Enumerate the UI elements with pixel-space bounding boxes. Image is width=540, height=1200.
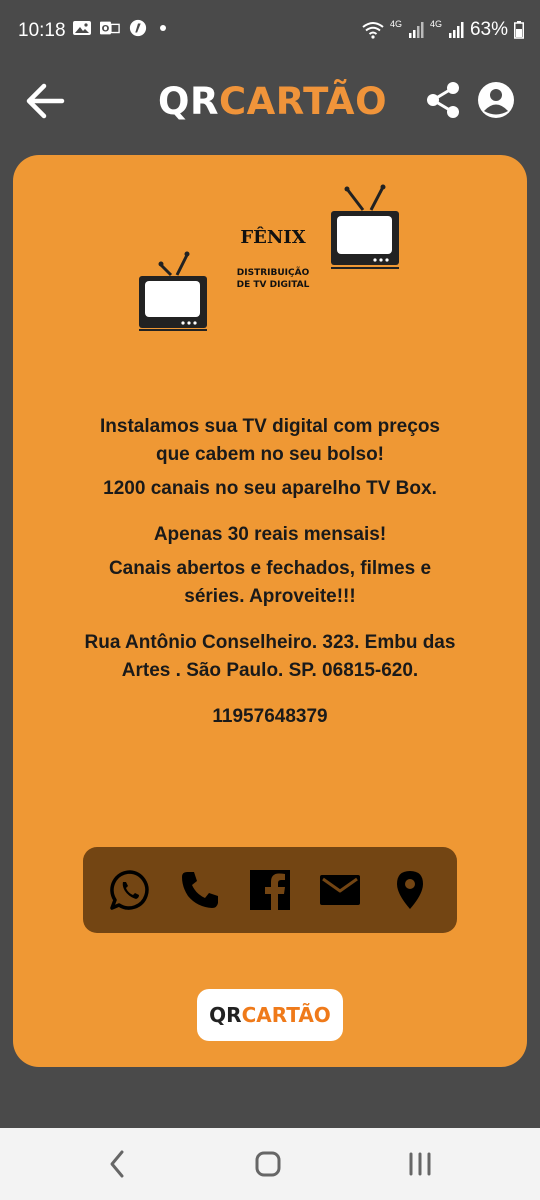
image-icon xyxy=(73,21,91,35)
app-icon xyxy=(129,19,147,37)
footer-brand-prefix: QR xyxy=(209,1003,242,1027)
battery-percent: 63% xyxy=(469,19,508,40)
status-notification-icons: O xyxy=(72,19,166,37)
description-line: 1200 canais no seu aparelho TV Box. xyxy=(103,478,437,499)
wifi-icon xyxy=(362,22,384,39)
description-line: Instalamos sua TV digital com preços xyxy=(100,416,440,437)
phone-icon xyxy=(182,872,218,908)
whatsapp-icon xyxy=(110,870,149,910)
account-icon[interactable] xyxy=(476,80,516,120)
company-logo: FÊNIX DISTRIBUIÇÃO DE TV DIGITAL xyxy=(133,179,413,339)
description-line: séries. Aproveite!!! xyxy=(184,586,356,607)
svg-text:O: O xyxy=(102,25,110,35)
facebook-icon xyxy=(250,870,290,910)
signal-icon xyxy=(408,22,424,38)
more-notifications-icon xyxy=(160,25,166,31)
whatsapp-button[interactable] xyxy=(108,868,152,912)
card-description: Instalamos sua TV digital com preços que… xyxy=(13,413,527,731)
tv-icon xyxy=(139,251,207,331)
description-line: Apenas 30 reais mensais! xyxy=(153,524,387,545)
address-line: Artes . São Paulo. SP. 06815-620. xyxy=(121,660,419,681)
phone-button[interactable] xyxy=(178,868,222,912)
email-button[interactable] xyxy=(318,868,362,912)
logo-subtitle-line2: DE TV DIGITAL xyxy=(236,280,310,290)
address-line: Rua Antônio Conselheiro. 323. Embu das xyxy=(84,632,456,653)
share-icon[interactable] xyxy=(424,80,462,120)
facebook-button[interactable] xyxy=(248,868,292,912)
brand-prefix: QR xyxy=(158,79,219,123)
location-button[interactable] xyxy=(388,868,432,912)
logo-subtitle-line1: DISTRIBUIÇÃO xyxy=(236,268,310,278)
footer-brand-badge[interactable]: QR CARTÃO xyxy=(197,989,343,1041)
brand-logo: QR CARTÃO xyxy=(158,76,387,126)
contact-buttons-bar xyxy=(83,847,457,933)
logo-subtitle: DISTRIBUIÇÃO DE TV DIGITAL xyxy=(221,267,325,291)
nav-recent-apps-icon[interactable] xyxy=(400,1146,440,1182)
business-card: FÊNIX DISTRIBUIÇÃO DE TV DIGITAL Instala… xyxy=(13,155,527,1067)
footer-brand-suffix: CARTÃO xyxy=(241,1003,331,1027)
system-nav-bar xyxy=(0,1128,540,1200)
app-bar: QR CARTÃO xyxy=(0,62,540,142)
email-icon xyxy=(320,875,360,905)
logo-title: FÊNIX xyxy=(240,227,306,248)
outlook-icon: O xyxy=(100,21,120,35)
status-system-icons: 4G 4G 63% xyxy=(362,19,524,41)
network-type-2: 4G xyxy=(429,19,442,29)
description-line: que cabem no seu bolso! xyxy=(155,444,385,465)
battery-icon xyxy=(514,21,524,39)
location-pin-icon xyxy=(397,871,423,909)
tv-icon xyxy=(331,184,399,269)
back-arrow-icon[interactable] xyxy=(22,78,68,124)
description-line: Canais abertos e fechados, filmes e xyxy=(108,558,432,579)
phone-number: 11957648379 xyxy=(212,706,328,727)
nav-home-icon[interactable] xyxy=(248,1146,288,1182)
nav-back-icon[interactable] xyxy=(98,1146,138,1182)
status-time: 10:18 xyxy=(18,20,66,41)
status-bar: 10:18 O 4G 4G 63% xyxy=(0,0,540,62)
network-type-1: 4G xyxy=(389,19,402,29)
brand-suffix: CARTÃO xyxy=(218,79,388,123)
signal-icon xyxy=(448,22,464,38)
